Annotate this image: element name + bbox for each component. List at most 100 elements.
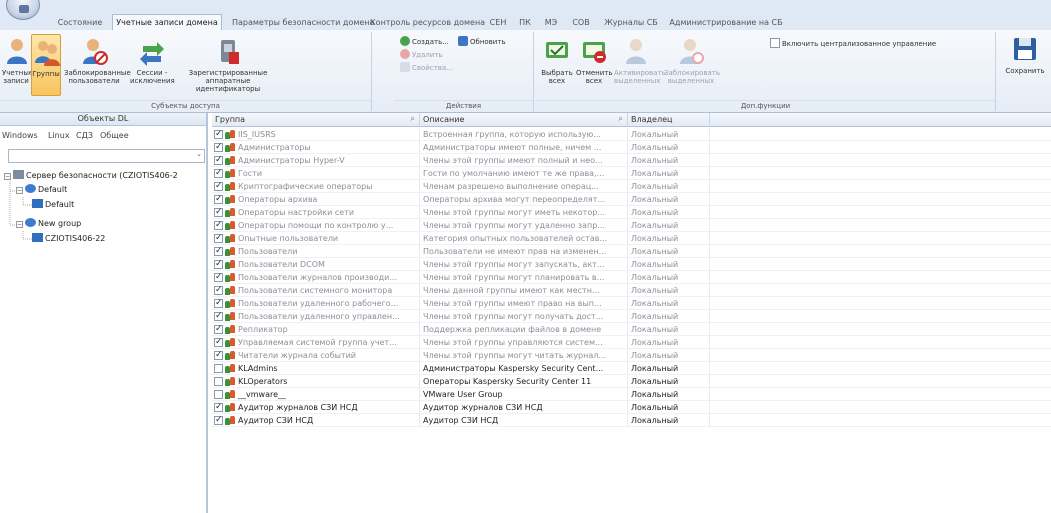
- row-checkbox[interactable]: [214, 414, 223, 427]
- delete-button[interactable]: Удалить: [400, 49, 443, 61]
- table-row[interactable]: Гости Гости по умолчанию имеют те же прав…: [212, 167, 1051, 180]
- table-row[interactable]: Пользователи системного монитора Члены да…: [212, 284, 1051, 297]
- row-checkbox[interactable]: [214, 364, 223, 373]
- os-tab-windows[interactable]: Windows: [2, 131, 38, 140]
- row-checkbox[interactable]: [214, 232, 223, 245]
- save-button[interactable]: Сохранить: [1004, 32, 1046, 75]
- hardware-id-icon: [221, 40, 239, 64]
- collapse-icon[interactable]: −: [16, 221, 23, 228]
- tab-sb-admin[interactable]: Администрирование на СБ: [666, 16, 786, 30]
- collapse-icon[interactable]: −: [4, 173, 11, 180]
- tree-node-security-server[interactable]: − Сервер безопасности (CZIOTIS406-2: [4, 170, 178, 181]
- table-row[interactable]: Пользователи удаленного управлен... Члены…: [212, 310, 1051, 323]
- table-row[interactable]: Аудитор СЗИ НСДАудитор СЗИ НСДЛокальный: [212, 414, 1051, 427]
- os-tab-sdz[interactable]: СДЗ: [76, 131, 93, 140]
- tab-sov[interactable]: СОВ: [566, 16, 596, 30]
- row-checkbox[interactable]: [214, 219, 223, 232]
- table-row[interactable]: Администраторы Hyper-V Члены этой группы …: [212, 154, 1051, 167]
- row-checkbox[interactable]: [214, 390, 223, 399]
- row-checkbox[interactable]: [214, 310, 223, 323]
- table-row[interactable]: Операторы помощи по контролю у... Члены э…: [212, 219, 1051, 232]
- tab-domain-security-params[interactable]: Параметры безопасности домена: [232, 16, 374, 30]
- table-row[interactable]: Репликатор Поддержка репликации файлов в …: [212, 323, 1051, 336]
- central-management-toggle[interactable]: Включить централизованное управление: [770, 38, 936, 50]
- deselect-all-button[interactable]: Отменить всех: [576, 34, 613, 85]
- table-row[interactable]: Опытные пользователи Категория опытных по…: [212, 232, 1051, 245]
- table-row[interactable]: Криптографические операторы Членам разреш…: [212, 180, 1051, 193]
- tab-domain-accounts[interactable]: Учетные записи домена: [112, 14, 222, 31]
- row-checkbox[interactable]: [214, 271, 223, 284]
- group-icon: [225, 337, 236, 347]
- tab-me[interactable]: МЭ: [538, 16, 564, 30]
- collapse-icon[interactable]: −: [16, 187, 23, 194]
- row-checkbox[interactable]: [214, 245, 223, 258]
- accounts-label: Учетные записи: [2, 69, 34, 85]
- object-filter-combo[interactable]: ⌄: [8, 149, 205, 163]
- accounts-button[interactable]: Учетные записи: [2, 34, 34, 85]
- table-row[interactable]: Пользователи Пользователи не имеют прав н…: [212, 245, 1051, 258]
- chevron-down-icon[interactable]: ⌄: [196, 150, 202, 158]
- table-row[interactable]: Пользователи удаленного рабочего... Члены…: [212, 297, 1051, 310]
- column-header-group[interactable]: Группа ⌕: [212, 113, 420, 127]
- row-checkbox[interactable]: [214, 349, 223, 362]
- registered-hw-ids-button[interactable]: Зарегистрированные аппаратные идентифика…: [178, 34, 278, 93]
- group-owner-cell: Локальный: [628, 362, 710, 375]
- app-menu-button[interactable]: [6, 0, 40, 20]
- blocked-users-button[interactable]: Заблокированные пользователи: [64, 34, 131, 85]
- tab-security-logs[interactable]: Журналы СБ: [600, 16, 662, 30]
- groups-button[interactable]: Группы: [31, 34, 61, 96]
- row-checkbox[interactable]: [214, 167, 223, 180]
- table-row[interactable]: Администраторы Администраторы имеют полны…: [212, 141, 1051, 154]
- table-row[interactable]: KLOperators Операторы Kaspersky Security …: [212, 375, 1051, 388]
- search-icon[interactable]: ⌕: [410, 113, 415, 126]
- row-checkbox[interactable]: [214, 297, 223, 310]
- row-checkbox[interactable]: [214, 336, 223, 349]
- table-row[interactable]: Пользователи журналов производи... Члены …: [212, 271, 1051, 284]
- table-row[interactable]: Аудитор журналов СЗИ НСД Аудитор журналов…: [212, 401, 1051, 414]
- row-checkbox[interactable]: [214, 258, 223, 271]
- table-row[interactable]: Управляемая системой группа учет... Члены…: [212, 336, 1051, 349]
- table-row[interactable]: __vmware__ VMware User Group Локальный: [212, 388, 1051, 401]
- row-checkbox[interactable]: [214, 193, 223, 206]
- refresh-button[interactable]: Обновить: [458, 36, 506, 48]
- table-row[interactable]: Операторы настройки сети Члены этой групп…: [212, 206, 1051, 219]
- column-header-description[interactable]: Описание ⌕: [420, 113, 628, 127]
- row-checkbox[interactable]: [214, 377, 223, 386]
- create-button[interactable]: Создать...: [400, 36, 449, 48]
- os-tab-linux[interactable]: Linux: [48, 131, 70, 140]
- select-all-button[interactable]: Выбрать всех: [540, 34, 574, 85]
- tree-node-new-group[interactable]: − New group: [16, 218, 81, 229]
- sessions-icon: [140, 42, 164, 66]
- column-header-owner[interactable]: Владелец: [628, 113, 710, 127]
- search-icon[interactable]: ⌕: [618, 113, 623, 126]
- table-row[interactable]: Читатели журнала событий Члены этой групп…: [212, 349, 1051, 362]
- row-checkbox[interactable]: [214, 154, 223, 167]
- block-selected-button[interactable]: Заблокировать выделенных: [664, 34, 720, 85]
- table-row[interactable]: KLAdmins Администраторы Kaspersky Securit…: [212, 362, 1051, 375]
- tree-node-default-group[interactable]: − Default: [16, 184, 67, 195]
- os-tab-common[interactable]: Общее: [100, 131, 129, 140]
- row-checkbox[interactable]: [214, 180, 223, 193]
- tab-status[interactable]: Состояние: [52, 16, 108, 30]
- sessions-exceptions-button[interactable]: Сессии - исключения: [130, 34, 175, 85]
- row-checkbox[interactable]: [214, 323, 223, 336]
- row-checkbox[interactable]: [214, 141, 223, 154]
- tab-sen[interactable]: СЕН: [484, 16, 512, 30]
- table-row[interactable]: IIS_IUSRS Встроенная группа, которую испо…: [212, 128, 1051, 141]
- activate-selected-button[interactable]: Активировать выделенных: [614, 34, 666, 85]
- row-checkbox[interactable]: [214, 128, 223, 141]
- row-checkbox[interactable]: [214, 401, 223, 414]
- table-row[interactable]: Пользователи DCOM Члены этой группы могут…: [212, 258, 1051, 271]
- tree-node-default-computer[interactable]: Default: [32, 199, 74, 210]
- central-management-checkbox[interactable]: [770, 38, 780, 48]
- blocked-user-icon: [83, 39, 108, 65]
- tab-domain-resource-control[interactable]: Контроль ресурсов домена: [370, 16, 485, 30]
- row-checkbox[interactable]: [214, 284, 223, 297]
- row-checkbox[interactable]: [214, 206, 223, 219]
- tree-node-czi-computer[interactable]: CZIOTIS406-22: [32, 233, 105, 244]
- group-icon: [225, 415, 236, 425]
- group-name: Криптографические операторы: [238, 182, 373, 191]
- tab-pk[interactable]: ПК: [514, 16, 536, 30]
- properties-button[interactable]: Свойства...: [400, 62, 453, 74]
- table-row[interactable]: Операторы архива Операторы архива могут п…: [212, 193, 1051, 206]
